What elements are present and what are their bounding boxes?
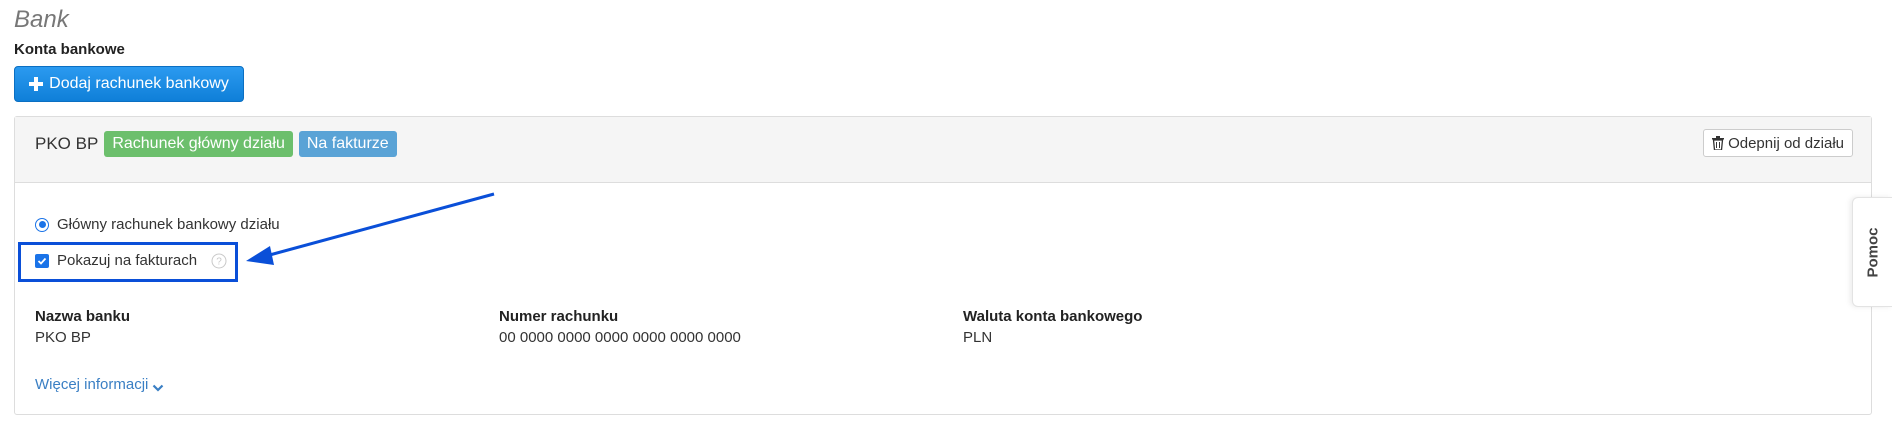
add-bank-account-label: Dodaj rachunek bankowy xyxy=(49,75,229,92)
help-circle-icon[interactable]: ? xyxy=(211,253,227,269)
help-tab-label: Pomoc xyxy=(1864,226,1882,278)
subsection-title: Konta bankowe xyxy=(14,41,125,58)
section-title: Bank xyxy=(14,6,69,33)
plus-icon xyxy=(29,77,44,91)
trash-icon xyxy=(1712,136,1725,151)
account-number-value: 00 0000 0000 0000 0000 0000 0000 xyxy=(499,329,741,346)
add-bank-account-button[interactable]: Dodaj rachunek bankowy xyxy=(14,66,244,102)
account-number-label: Numer rachunku xyxy=(499,308,619,325)
show-on-invoices-checkbox[interactable] xyxy=(35,253,49,268)
chevron-down-icon xyxy=(152,380,164,392)
currency-field: Waluta konta bankowego PLN xyxy=(963,308,1403,346)
unpin-from-department-button[interactable]: Odepnij od działu xyxy=(1703,129,1853,157)
bank-name-value: PKO BP xyxy=(35,329,91,346)
svg-text:?: ? xyxy=(216,256,222,267)
bank-account-panel: PKO BP Rachunek główny działu Na fakturz… xyxy=(14,116,1872,415)
bank-name-label: Nazwa banku xyxy=(35,308,131,325)
more-info-label: Więcej informacji xyxy=(35,376,149,393)
main-account-radio[interactable] xyxy=(35,217,49,232)
more-info-link[interactable]: Więcej informacji xyxy=(35,376,164,393)
currency-label: Waluta konta bankowego xyxy=(963,308,1143,325)
main-account-badge: Rachunek główny działu xyxy=(104,131,293,157)
bank-account-title: PKO BP Rachunek główny działu Na fakturz… xyxy=(35,131,397,157)
unpin-from-department-label: Odepnij od działu xyxy=(1728,134,1844,152)
account-number-field: Numer rachunku 00 0000 0000 0000 0000 00… xyxy=(499,308,939,346)
show-on-invoices-row[interactable]: Pokazuj na fakturach ? xyxy=(35,252,227,269)
currency-value: PLN xyxy=(963,329,993,346)
bank-account-panel-heading: PKO BP Rachunek główny działu Na fakturz… xyxy=(15,117,1871,183)
on-invoice-badge: Na fakturze xyxy=(298,131,397,157)
bank-account-name: PKO BP xyxy=(35,134,99,153)
bank-name-field: Nazwa banku PKO BP xyxy=(35,308,475,346)
main-account-radio-row[interactable]: Główny rachunek bankowy działu xyxy=(35,216,280,233)
show-on-invoices-label: Pokazuj na fakturach xyxy=(57,252,198,269)
help-tab[interactable]: Pomoc xyxy=(1852,197,1892,307)
main-account-radio-label: Główny rachunek bankowy działu xyxy=(57,216,280,233)
page: Bank Konta bankowe Dodaj rachunek bankow… xyxy=(0,0,1892,438)
